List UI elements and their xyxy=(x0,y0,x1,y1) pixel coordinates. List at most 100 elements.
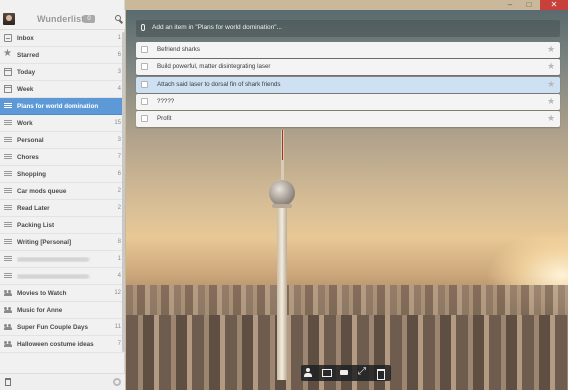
sidebar-item[interactable]: Movies to Watch 12 xyxy=(0,285,125,302)
task-title: ????? xyxy=(157,97,175,105)
sidebar-item[interactable]: Writing [Personal] 8 xyxy=(0,234,125,251)
sidebar-scrollbar[interactable] xyxy=(122,32,125,352)
sidebar-item-label: Today xyxy=(17,68,36,76)
sidebar-item-count: 12 xyxy=(114,290,121,296)
task-item[interactable]: ????? ★ xyxy=(136,93,560,110)
list-icon xyxy=(4,170,12,178)
list-icon xyxy=(4,102,12,110)
microphone-icon[interactable] xyxy=(141,24,145,31)
add-item-input[interactable]: Add an item in "Plans for world dominati… xyxy=(136,20,560,37)
list-icon xyxy=(4,119,12,127)
star-icon xyxy=(3,48,12,59)
sidebar-item-label: Super Fun Couple Days xyxy=(17,323,89,331)
sidebar-list: Inbox 1 Starred 6 Today 3 Week 4 Plans for world… xyxy=(0,30,125,353)
sidebar-item-count: 4 xyxy=(117,273,121,279)
sidebar-header: Wunderlist 0 xyxy=(0,10,125,30)
sidebar-item[interactable]: Work 15 xyxy=(0,115,125,132)
sidebar-item-count: 7 xyxy=(117,341,121,347)
sidebar-item-count: 6 xyxy=(117,171,121,177)
sidebar-item-label: Music for Anne xyxy=(17,306,63,314)
sidebar-item[interactable]: Week 4 xyxy=(0,81,125,98)
fullscreen-icon[interactable] xyxy=(355,365,373,381)
sidebar-item[interactable]: Music for Anne xyxy=(0,302,125,319)
sidebar-item[interactable]: Chores 7 xyxy=(0,149,125,166)
search-icon[interactable] xyxy=(115,15,123,23)
maximize-button[interactable]: □ xyxy=(521,0,537,10)
sidebar-item[interactable]: Car mods queue 2 xyxy=(0,183,125,200)
delete-icon[interactable] xyxy=(373,365,391,381)
add-item-placeholder: Add an item in "Plans for world dominati… xyxy=(152,24,282,31)
trash-icon[interactable] xyxy=(5,378,11,386)
bottom-toolbar xyxy=(301,365,391,381)
sidebar-item-label: Week xyxy=(17,85,34,93)
task-item[interactable]: Befriend sharks ★ xyxy=(136,42,560,58)
sidebar-item[interactable]: Plans for world domination xyxy=(0,98,125,115)
task-item[interactable]: Profit ★ xyxy=(136,111,560,128)
sidebar-item-count: 1 xyxy=(117,256,121,262)
star-icon[interactable]: ★ xyxy=(547,96,555,106)
star-icon[interactable]: ★ xyxy=(547,44,555,54)
close-button[interactable]: ✕ xyxy=(540,0,568,10)
task-checkbox[interactable] xyxy=(141,46,148,53)
list-icon xyxy=(4,187,12,195)
sidebar-item[interactable]: Today 3 xyxy=(0,64,125,81)
star-icon[interactable]: ★ xyxy=(547,113,555,123)
list-icon xyxy=(4,204,12,212)
list-icon xyxy=(4,221,12,229)
gear-icon[interactable] xyxy=(113,378,121,386)
star-icon[interactable]: ★ xyxy=(547,79,555,89)
sidebar-item-label: Inbox xyxy=(17,34,34,42)
calendar-icon xyxy=(4,68,12,76)
sidebar-item[interactable]: Packing List xyxy=(0,217,125,234)
sidebar-item-count: 8 xyxy=(117,239,121,245)
sidebar-item-count: 11 xyxy=(114,324,121,330)
task-item[interactable]: Attach said laser to dorsal fin of shark… xyxy=(136,76,560,93)
shared-list-icon xyxy=(4,340,12,348)
sidebar-item[interactable]: 4 xyxy=(0,268,125,285)
sidebar-item[interactable]: Super Fun Couple Days 11 xyxy=(0,319,125,336)
inbox-icon xyxy=(4,34,12,42)
star-icon[interactable]: ★ xyxy=(547,61,555,71)
sidebar-item-count: 2 xyxy=(117,188,121,194)
sidebar-item[interactable]: Shopping 6 xyxy=(0,166,125,183)
sidebar-item-count: 15 xyxy=(114,120,121,126)
list-icon xyxy=(4,136,12,144)
list-icon xyxy=(4,255,12,263)
tower-shaft xyxy=(277,180,287,380)
app-title: Wunderlist xyxy=(37,14,85,24)
sidebar-item[interactable]: Halloween costume ideas 7 xyxy=(0,336,125,353)
sidebar-item-label: Plans for world domination xyxy=(17,102,99,110)
task-title: Build powerful, matter disintegrating la… xyxy=(157,63,271,71)
print-icon[interactable] xyxy=(337,365,355,381)
blurred-label xyxy=(17,273,89,279)
task-item[interactable]: Build powerful, matter disintegrating la… xyxy=(136,59,560,76)
email-icon[interactable] xyxy=(319,365,337,381)
sidebar-item[interactable]: Starred 6 xyxy=(0,47,125,64)
task-checkbox[interactable] xyxy=(141,97,148,105)
share-icon[interactable] xyxy=(301,365,319,381)
sidebar-item-count: 3 xyxy=(117,69,121,75)
sidebar-item[interactable]: Read Later 2 xyxy=(0,200,125,217)
avatar[interactable] xyxy=(3,13,15,25)
task-checkbox[interactable] xyxy=(141,80,148,88)
sidebar-item[interactable]: Personal 3 xyxy=(0,132,125,149)
sidebar-item-label xyxy=(17,256,107,262)
sidebar-item-label: Car mods queue xyxy=(17,187,67,195)
notification-badge[interactable]: 0 xyxy=(83,15,95,23)
sidebar-item-label: Personal xyxy=(17,136,44,144)
list-icon xyxy=(4,153,12,161)
window-titlebar: – □ ✕ xyxy=(0,0,568,10)
sidebar-item-label: Chores xyxy=(17,153,39,161)
sidebar-item-count: 7 xyxy=(117,154,121,160)
minimize-button[interactable]: – xyxy=(502,0,518,10)
sidebar-item-count: 6 xyxy=(117,52,121,58)
sidebar-item-count: 3 xyxy=(117,137,121,143)
sidebar-item-label: Work xyxy=(17,119,33,127)
sidebar-item-label: Shopping xyxy=(17,170,47,178)
sidebar-item[interactable]: Inbox 1 xyxy=(0,30,125,47)
task-checkbox[interactable] xyxy=(141,63,148,71)
sidebar-item[interactable]: 1 xyxy=(0,251,125,268)
tower-sphere xyxy=(269,180,295,206)
task-checkbox[interactable] xyxy=(141,115,148,123)
calendar-icon xyxy=(4,85,12,93)
